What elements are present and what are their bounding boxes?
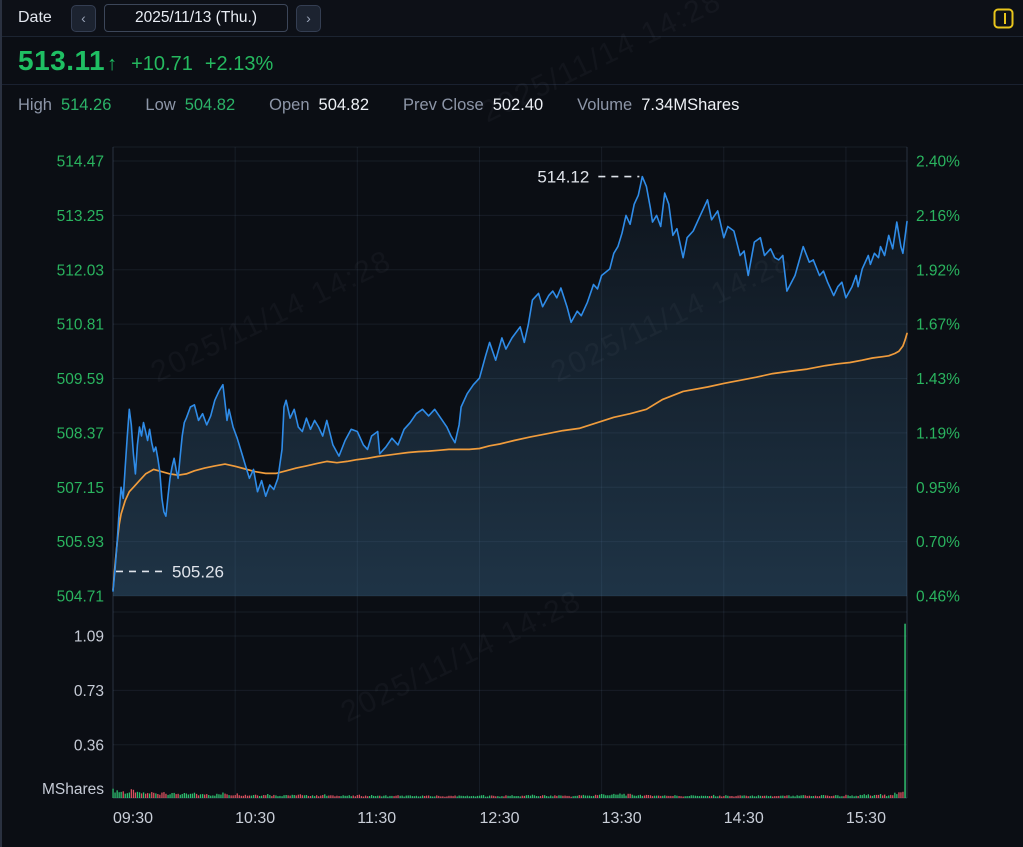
price-axis-label: 507.15: [57, 480, 104, 497]
open-value: 504.82: [318, 95, 369, 114]
stat-open: Open 504.82: [269, 96, 369, 115]
percent-axis-label: 0.46%: [916, 589, 960, 606]
date-label: Date: [18, 9, 52, 26]
time-axis-label: 10:30: [235, 810, 275, 827]
stat-volume: Volume 7.34MShares: [577, 96, 739, 115]
time-axis-label: 14:30: [724, 810, 764, 827]
price-change-percent: +2.13%: [204, 53, 274, 75]
open-label: Open: [269, 95, 310, 114]
volume-unit-label: MShares: [42, 781, 104, 798]
date-picker[interactable]: 2025/11/13 (Thu.): [104, 4, 288, 32]
time-axis-label: 11:30: [357, 810, 396, 827]
price-change: +10.71: [131, 53, 193, 75]
date-toolbar: Date ‹ 2025/11/13 (Thu.) ›: [0, 0, 1023, 37]
stat-prev-close: Prev Close 502.40: [403, 96, 543, 115]
volume-axis-label: 0.36: [74, 737, 104, 754]
time-axis-label: 12:30: [479, 810, 519, 827]
percent-axis-label: 1.19%: [916, 425, 960, 442]
time-axis-label: 13:30: [602, 810, 642, 827]
high-value: 514.26: [60, 95, 112, 114]
high-annotation: 514.12: [537, 168, 589, 187]
price-axis-label: 513.25: [57, 208, 104, 225]
prev-close-value: 502.40: [492, 95, 544, 114]
quote-row: 513.11 ↑ +10.71 +2.13%: [0, 37, 1023, 85]
percent-axis-label: 1.43%: [916, 371, 960, 388]
stat-high: High 514.26: [18, 96, 111, 115]
window-left-edge: [0, 0, 2, 847]
low-label: Low: [145, 95, 176, 114]
volume-bars: [112, 623, 906, 798]
prev-close-label: Prev Close: [403, 95, 484, 114]
price-axis-label: 508.37: [57, 425, 104, 442]
next-date-button[interactable]: ›: [296, 5, 321, 32]
stat-low: Low 504.82: [145, 96, 235, 115]
volume-label: Volume: [577, 95, 633, 114]
chevron-right-icon: ›: [306, 10, 311, 26]
percent-axis-label: 0.95%: [916, 480, 960, 497]
high-label: High: [18, 95, 52, 114]
intraday-chart[interactable]: 514.12 505.26 514.47 513.25 512.03 510.81 509.…: [0, 125, 1023, 847]
up-arrow-icon: ↑: [107, 53, 118, 75]
volume-value: 7.34MShares: [641, 95, 740, 114]
price-area-fill: [113, 176, 907, 596]
prev-date-button[interactable]: ‹: [71, 5, 96, 32]
price-axis-label: 509.59: [57, 371, 104, 388]
price-axis-label: 505.93: [57, 534, 104, 551]
chevron-left-icon: ‹: [81, 10, 86, 26]
price-axis-label: 512.03: [57, 262, 104, 279]
volume-axis-label: 1.09: [74, 629, 104, 646]
volume-axis-label: 0.73: [74, 683, 104, 700]
price-axis-label: 504.71: [57, 589, 104, 606]
last-price: 513.11: [18, 45, 106, 76]
percent-axis-label: 0.70%: [916, 534, 960, 551]
percent-axis-label: 2.40%: [916, 154, 960, 171]
panel-toggle-icon[interactable]: [993, 8, 1014, 29]
price-axis-label: 510.81: [57, 317, 104, 334]
percent-axis-label: 1.67%: [916, 317, 960, 334]
time-axis-label: 15:30: [846, 810, 886, 827]
low-annotation: 505.26: [172, 562, 224, 581]
price-axis-label: 514.47: [57, 154, 104, 171]
percent-axis-label: 1.92%: [916, 262, 960, 279]
low-value: 504.82: [184, 95, 236, 114]
time-axis-label: 09:30: [113, 810, 153, 827]
percent-axis-label: 2.16%: [916, 208, 960, 225]
stats-row: High 514.26 Low 504.82 Open 504.82 Prev …: [0, 85, 1023, 125]
